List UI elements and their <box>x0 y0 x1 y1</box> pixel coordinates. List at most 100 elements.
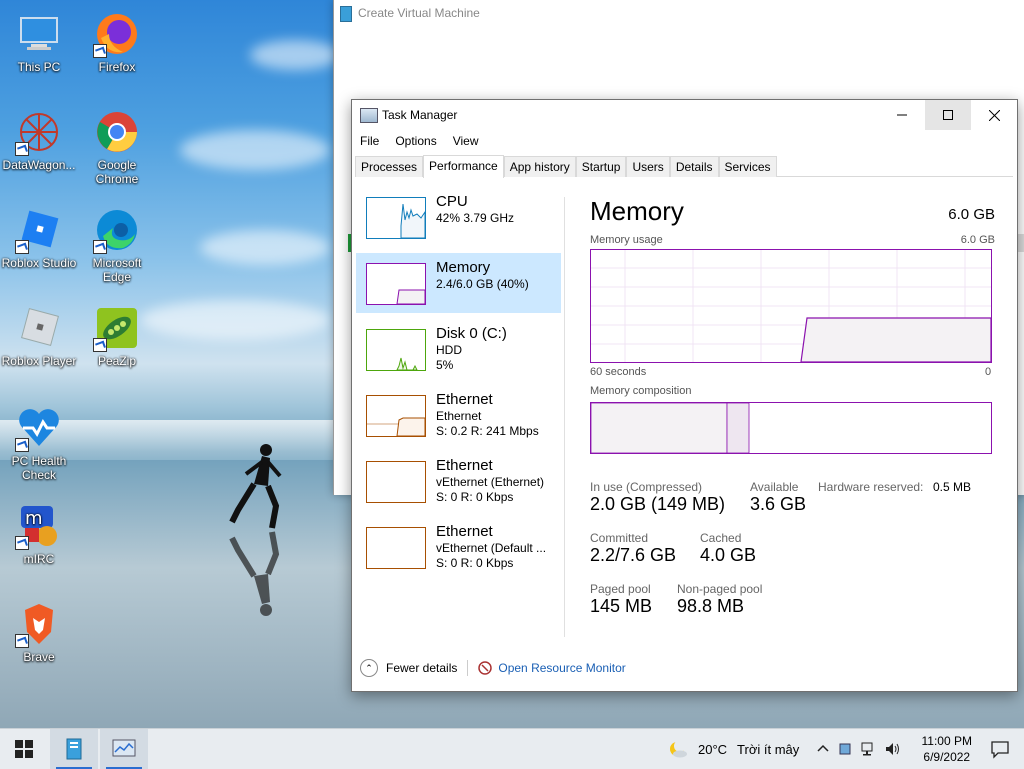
close-button[interactable] <box>971 100 1017 130</box>
ethernet-icon[interactable] <box>860 741 878 757</box>
desktop-icon-edge[interactable]: Microsoft Edge <box>78 206 156 284</box>
tab-details[interactable]: Details <box>669 156 719 177</box>
memory-usage-label: Memory usage <box>590 234 663 246</box>
taskbar-app-hyperv[interactable] <box>50 729 98 769</box>
task-manager-titlebar[interactable]: Task Manager <box>352 100 1017 130</box>
graph-time-right: 0 <box>985 366 992 378</box>
ethernet-thumbnail-graph <box>366 461 426 503</box>
resource-disk[interactable]: Disk 0 (C:) HDD 5% <box>356 319 561 379</box>
desktop-icon-chrome[interactable]: Google Chrome <box>78 108 156 186</box>
tab-bar: Processes Performance App history Startu… <box>355 154 1013 178</box>
this-pc-icon <box>15 10 63 58</box>
memory-composition-label: Memory composition <box>590 385 692 397</box>
resource-monitor-icon <box>478 661 493 675</box>
desktop-icon-this-pc[interactable]: This PC <box>0 10 78 74</box>
close-icon <box>988 109 1000 121</box>
create-vm-title: Create Virtual Machine <box>358 6 480 20</box>
roblox-studio-icon <box>15 206 63 254</box>
task-manager-icon <box>360 108 378 123</box>
runner-reflection <box>229 531 280 616</box>
minimize-button[interactable] <box>879 100 925 130</box>
tab-processes[interactable]: Processes <box>355 156 424 177</box>
resource-usage: 5% <box>436 358 454 372</box>
system-tray <box>816 729 902 769</box>
svg-text:m: m <box>25 508 43 529</box>
maximize-button[interactable] <box>925 100 971 130</box>
resource-detail: vEthernet (Default ... <box>436 541 547 555</box>
in-use-value: 2.0 GB (149 MB) <box>590 494 726 514</box>
windows-logo-icon <box>15 740 33 758</box>
desktop-icon-brave[interactable]: Brave <box>0 600 78 664</box>
desktop-icon-firefox[interactable]: Firefox <box>78 10 156 74</box>
notification-icon <box>991 741 1009 759</box>
maximize-icon <box>943 110 953 120</box>
resource-ethernet-1[interactable]: Ethernet Ethernet S: 0.2 R: 241 Mbps <box>356 385 561 445</box>
task-manager-window[interactable]: Task Manager File Options View Processes… <box>351 99 1018 692</box>
firefox-icon <box>93 10 141 58</box>
desktop-icon-peazip[interactable]: PeaZip <box>78 304 156 368</box>
tab-app-history[interactable]: App history <box>503 156 576 177</box>
memory-composition-bar <box>590 402 992 454</box>
cached-value: 4.0 GB <box>700 545 757 565</box>
menu-file[interactable]: File <box>360 134 379 148</box>
resource-name: Memory <box>436 259 491 276</box>
resource-memory[interactable]: Memory 2.4/6.0 GB (40%) <box>356 253 561 313</box>
resource-cpu[interactable]: CPU 42% 3.79 GHz <box>356 187 561 247</box>
resource-name: Ethernet <box>436 391 493 408</box>
tab-users[interactable]: Users <box>626 156 670 177</box>
resource-throughput: S: 0 R: 0 Kbps <box>436 556 514 570</box>
clock[interactable]: 11:00 PM 6/9/2022 <box>922 733 972 765</box>
cloud <box>180 130 330 170</box>
fewer-details-button[interactable]: Fewer details <box>386 661 457 675</box>
start-button[interactable] <box>0 729 48 769</box>
pc-health-icon <box>15 404 63 452</box>
hardware-reserved-value: 0.5 MB <box>933 480 972 494</box>
paged-pool-label: Paged pool <box>590 582 651 596</box>
panel-title: Memory <box>590 196 684 226</box>
tab-startup[interactable]: Startup <box>575 156 627 177</box>
resource-detail: 2.4/6.0 GB (40%) <box>436 277 529 291</box>
desktop-icon-roblox-studio[interactable]: Roblox Studio <box>0 206 78 270</box>
task-manager-taskbar-icon <box>112 739 136 757</box>
resource-ethernet-2[interactable]: Ethernet vEthernet (Ethernet) S: 0 R: 0 … <box>356 451 561 511</box>
network-adapter-icon[interactable] <box>838 742 852 756</box>
available-label: Available <box>750 480 799 494</box>
clock-date: 6/9/2022 <box>923 750 971 764</box>
desktop-icon-datawagon[interactable]: DataWagon... <box>0 108 78 172</box>
open-resource-monitor-link[interactable]: Open Resource Monitor <box>498 661 625 675</box>
memory-thumbnail-graph <box>366 263 426 305</box>
tab-services[interactable]: Services <box>718 156 777 177</box>
edge-icon <box>93 206 141 254</box>
hyperv-manager-icon <box>66 738 82 760</box>
tab-performance[interactable]: Performance <box>423 155 504 178</box>
resource-detail: vEthernet (Ethernet) <box>436 475 545 489</box>
menu-options[interactable]: Options <box>395 134 436 148</box>
ethernet-thumbnail-graph <box>366 527 426 569</box>
resource-list: CPU 42% 3.79 GHz Memory 2.4/6.0 GB (40%)… <box>356 187 561 583</box>
footer-divider <box>467 660 469 676</box>
weather-description: Trời ít mây <box>737 741 800 757</box>
notifications-button[interactable] <box>990 739 1010 762</box>
weather-temperature: 20°C <box>698 741 728 757</box>
chevron-up-icon[interactable] <box>816 742 830 756</box>
non-paged-pool-value: 98.8 MB <box>677 596 745 616</box>
hardware-reserved-label: Hardware reserved: <box>818 480 924 494</box>
desktop-icon-roblox-player[interactable]: Roblox Player <box>0 304 78 368</box>
memory-usage-graph <box>590 249 992 363</box>
volume-icon[interactable] <box>884 741 902 757</box>
menu-view[interactable]: View <box>453 134 479 148</box>
in-use-label: In use (Compressed) <box>590 480 703 494</box>
datawagon-icon <box>15 108 63 156</box>
weather-widget[interactable]: 20°C Trời ít mây <box>668 729 799 769</box>
chevron-up-icon[interactable]: ⌃ <box>360 659 378 677</box>
taskbar-app-task-manager[interactable] <box>100 729 148 769</box>
resource-ethernet-3[interactable]: Ethernet vEthernet (Default ... S: 0 R: … <box>356 517 561 577</box>
create-vm-titlebar[interactable]: Create Virtual Machine <box>334 0 1024 26</box>
cpu-thumbnail-graph <box>366 197 426 239</box>
peazip-icon <box>93 304 141 352</box>
task-manager-title: Task Manager <box>382 108 458 122</box>
resource-name: Ethernet <box>436 457 493 474</box>
desktop-icon-pc-health[interactable]: PC Health Check <box>0 404 78 482</box>
memory-usage-max: 6.0 GB <box>960 234 995 246</box>
desktop-icon-mirc[interactable]: m mIRC <box>0 502 78 566</box>
